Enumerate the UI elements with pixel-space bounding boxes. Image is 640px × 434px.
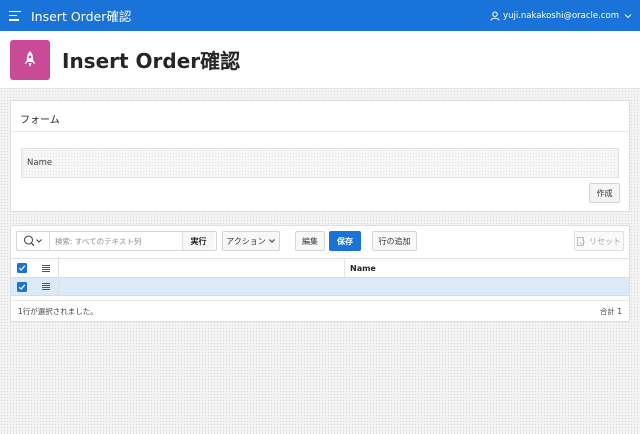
chevron-down-icon (268, 239, 275, 243)
edit-button[interactable]: 編集 (295, 231, 325, 251)
search-input[interactable] (50, 232, 182, 250)
row-name-cell[interactable] (345, 278, 629, 295)
row-menu-icon (41, 283, 50, 290)
rocket-icon (10, 39, 50, 80)
create-button[interactable]: 作成 (589, 183, 620, 203)
total-count: 合計 1 (599, 307, 622, 316)
grid-toolbar: 実行 アクション 編集 保存 行の追加 リセット (11, 226, 629, 257)
page-title: Insert Order確認 (62, 49, 241, 73)
grid-header-row: Name (11, 258, 629, 278)
name-field[interactable]: Name (21, 148, 619, 178)
hamburger-menu-icon[interactable] (9, 10, 21, 21)
search-column-toggle[interactable] (17, 232, 50, 250)
actions-menu-button[interactable]: アクション (222, 231, 280, 251)
form-region-title: フォーム (20, 115, 60, 126)
checkmark-icon (18, 283, 26, 290)
select-all-checkbox[interactable] (17, 263, 27, 273)
row-menu-icon (41, 264, 50, 272)
selection-status: 1行が選択されました。 (18, 307, 98, 316)
add-row-button[interactable]: 行の追加 (372, 231, 417, 251)
table-row[interactable] (11, 278, 629, 296)
header-row-menu[interactable] (33, 259, 59, 277)
page-header: Insert Order確認 (0, 31, 640, 89)
row-select-cell[interactable] (11, 278, 33, 295)
row-spacer (59, 278, 345, 295)
row-action-menu[interactable] (33, 278, 59, 295)
grid-footer: 1行が選択されました。 合計 1 (11, 300, 629, 322)
form-divider (11, 131, 629, 132)
app-header-left: Insert Order確認 (9, 6, 131, 25)
header-spacer (59, 259, 345, 277)
grid-table: Name (11, 258, 629, 296)
user-menu[interactable]: yuji.nakakoshi@oracle.com (490, 11, 632, 21)
form-region: フォーム Name 作成 (10, 100, 630, 212)
interactive-grid: 実行 アクション 編集 保存 行の追加 リセット (10, 225, 630, 322)
row-checkbox[interactable] (17, 281, 27, 292)
checkmark-icon (18, 265, 26, 271)
save-button[interactable]: 保存 (329, 231, 361, 251)
reset-button[interactable]: リセット (574, 231, 624, 251)
reset-label: リセット (589, 236, 621, 246)
name-field-label: Name (27, 158, 53, 168)
chevron-down-icon (624, 13, 632, 18)
go-button[interactable]: 実行 (182, 232, 214, 250)
user-name: yuji.nakakoshi@oracle.com (503, 10, 619, 21)
app-header: Insert Order確認 yuji.nakakoshi@oracle.com (0, 0, 640, 31)
select-all-cell[interactable] (11, 259, 33, 277)
search-group: 実行 (16, 231, 217, 251)
app-title[interactable]: Insert Order確認 (31, 6, 131, 25)
column-header-name[interactable]: Name (345, 259, 629, 277)
actions-label: アクション (226, 236, 266, 246)
search-icon (23, 235, 42, 247)
reset-icon (577, 236, 585, 246)
user-icon (490, 11, 500, 21)
